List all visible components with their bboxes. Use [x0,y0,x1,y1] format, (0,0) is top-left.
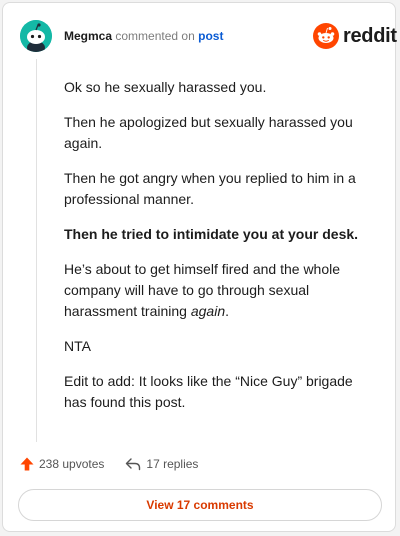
replies-button[interactable]: 17 replies [125,457,198,471]
comment-header: Megmca commented on post [64,28,223,44]
paragraph-2: Then he apologized but sexually harassed… [64,114,353,151]
paragraph-6: NTA [64,338,91,354]
upvote-count: 238 upvotes [39,457,105,471]
logo-wordmark: reddit [343,25,397,47]
upvote-button[interactable]: 238 upvotes [20,457,104,471]
comment-card: Megmca commented on post reddit Ok so he… [2,2,397,532]
thread-line[interactable] [36,59,37,442]
paragraph-3: Then he got angry when you replied to hi… [64,170,356,207]
reply-arrow-icon [126,458,141,471]
paragraph-7: Edit to add: It looks like the “Nice Guy… [64,373,353,410]
comment-actions: 238 upvotes 17 replies [20,457,198,471]
post-link[interactable]: post [198,29,223,43]
reply-count: 17 replies [146,457,199,471]
avatar[interactable] [20,20,52,52]
reddit-logo[interactable]: reddit [313,23,397,49]
paragraph-5-emphasis: again [190,303,226,319]
view-comments-button[interactable]: View 17 comments [18,489,382,521]
snoo-avatar-icon [20,20,52,52]
comment-body: Ok so he sexually harassed you. Then he … [64,77,374,427]
paragraph-5-end: . [225,303,229,319]
upvote-arrow-icon [20,457,34,471]
commented-text: commented on [115,29,195,43]
paragraph-4-bold: Then he tried to intimidate you at your … [64,226,359,242]
paragraph-5: He’s about to get himself fired and the … [64,259,374,322]
reddit-snoo-icon [313,23,339,49]
username[interactable]: Megmca [64,29,112,43]
paragraph-1: Ok so he sexually harassed you. [64,79,267,95]
